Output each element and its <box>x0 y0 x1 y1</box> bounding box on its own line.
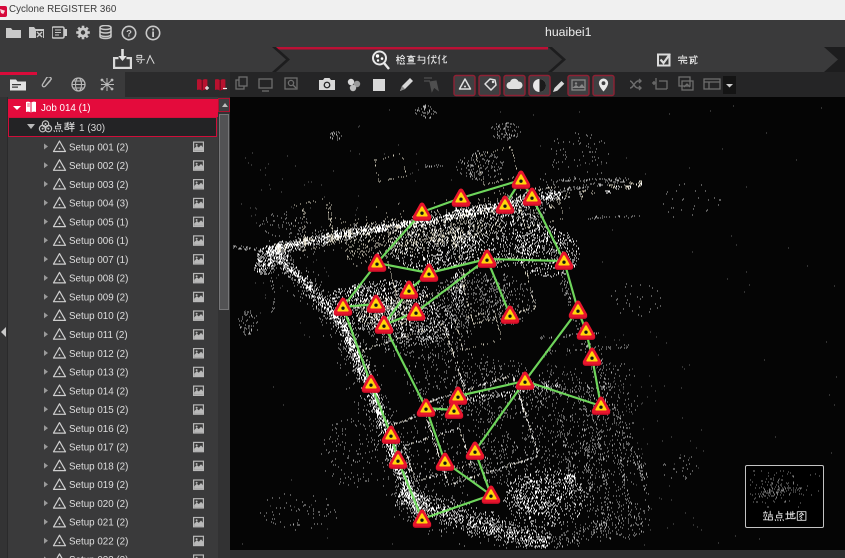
svg-text:Setup 004 (3): Setup 004 (3) <box>69 199 128 210</box>
svg-text:Setup 010 (2): Setup 010 (2) <box>69 311 128 322</box>
svg-text:Setup 016 (2): Setup 016 (2) <box>69 424 128 435</box>
svg-text:Setup 020 (2): Setup 020 (2) <box>69 499 128 510</box>
svg-text:Setup 006 (1): Setup 006 (1) <box>69 236 128 247</box>
svg-text:Setup 003 (2): Setup 003 (2) <box>69 180 128 191</box>
svg-text:Setup 002 (2): Setup 002 (2) <box>69 161 128 172</box>
svg-text:Setup 017 (2): Setup 017 (2) <box>69 443 128 454</box>
svg-text:Setup 014 (2): Setup 014 (2) <box>69 386 128 397</box>
svg-text:Setup 022 (2): Setup 022 (2) <box>69 537 128 548</box>
svg-text:Setup 013 (2): Setup 013 (2) <box>69 368 128 379</box>
svg-text:Setup 001 (2): Setup 001 (2) <box>69 142 128 153</box>
svg-text:Setup 018 (2): Setup 018 (2) <box>69 461 128 472</box>
svg-text:Setup 015 (2): Setup 015 (2) <box>69 405 128 416</box>
svg-text:Setup 019 (2): Setup 019 (2) <box>69 480 128 491</box>
svg-text:Setup 009 (2): Setup 009 (2) <box>69 293 128 304</box>
svg-text:Setup 021 (2): Setup 021 (2) <box>69 518 128 529</box>
svg-text:Setup 007 (1): Setup 007 (1) <box>69 255 128 266</box>
svg-text:Setup 011 (2): Setup 011 (2) <box>69 330 128 341</box>
svg-text:Setup 008 (2): Setup 008 (2) <box>69 274 128 285</box>
svg-text:Setup 012 (2): Setup 012 (2) <box>69 349 128 360</box>
svg-text:Setup 005 (1): Setup 005 (1) <box>69 217 128 228</box>
